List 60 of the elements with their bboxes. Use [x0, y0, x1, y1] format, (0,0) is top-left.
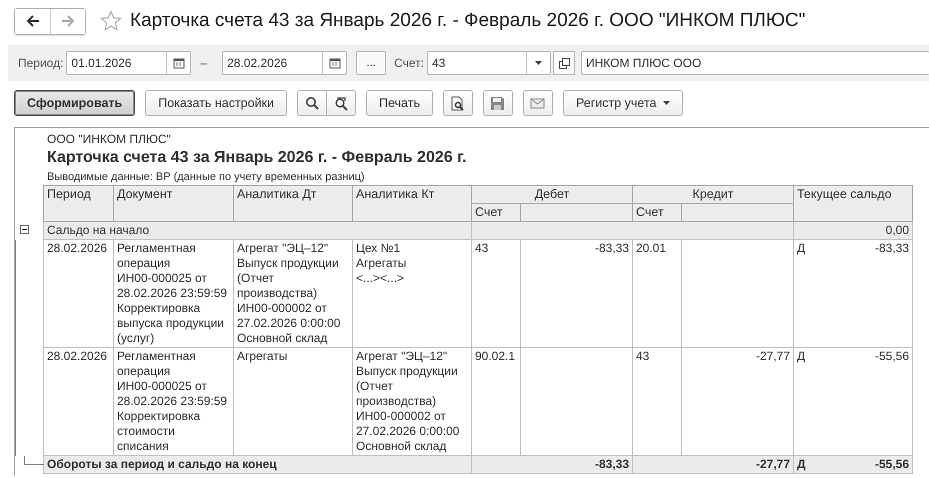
left-arrow-icon: [26, 15, 40, 27]
table-cell: Цех №1 Агрегаты <...><...>: [352, 240, 472, 348]
toolbar-button[interactable]: Печать: [366, 90, 433, 116]
balance-amount: 0,00: [794, 222, 912, 240]
table-cell: Агрегат "ЭЦ–12" Выпуск продукции (Отчет производства) ИН00-000002 от 27.02.2026 0:00:00 Основной склад: [234, 240, 352, 348]
column-header: Кредит: [632, 186, 794, 204]
table-cell: -83,33: [520, 240, 632, 348]
more-button[interactable]: ...: [356, 51, 386, 75]
report-title: Карточка счета 43 за Январь 2026 г. - Февраль 2026 г.: [47, 149, 468, 167]
balance-amount: -55,56: [874, 457, 909, 472]
open-window-icon[interactable]: [558, 58, 570, 68]
star-icon[interactable]: [100, 10, 122, 32]
column-header: Счет: [472, 204, 520, 222]
search-icon: [304, 96, 320, 110]
column-header: Аналитика Дт: [234, 186, 352, 222]
group-label: Сальдо на начало: [44, 222, 472, 240]
table-cell: 43: [472, 240, 520, 348]
balance-side: Д: [797, 349, 806, 364]
account-label: Счет:: [394, 56, 424, 70]
total-label: Обороты за период и сальдо на конец: [44, 456, 472, 474]
date-field[interactable]: 28.02.2026: [222, 51, 348, 75]
date-field[interactable]: 01.01.2026: [66, 51, 192, 75]
report-note: Выводимые данные: ВР (данные по учету временных разниц): [47, 171, 366, 183]
icon-button[interactable]: [297, 90, 328, 116]
table-cell: Регламентная операция ИН00-000025 от 28.02.2026 23:59:59 Корректировка выпуска продукции (услуг): [114, 240, 234, 348]
dash-separator: –: [200, 56, 208, 70]
calendar-icon[interactable]: [172, 57, 185, 69]
calendar-icon[interactable]: [328, 57, 341, 69]
table-cell: -83,33: [472, 456, 632, 474]
report-organization: ООО "ИНКОМ ПЛЮС": [47, 132, 172, 146]
search-refresh-icon: [334, 96, 349, 110]
balance-side: Д: [797, 241, 806, 256]
balance-amount: -83,33: [874, 241, 909, 256]
organization-field[interactable]: ИНКОМ ПЛЮС ООО: [581, 51, 929, 75]
document-magnifier-icon: [450, 96, 466, 110]
toolbar-button[interactable]: Показать настройки: [145, 90, 288, 116]
dropdown-caret-icon[interactable]: [535, 61, 542, 65]
back-button[interactable]: [15, 8, 50, 34]
column-header: Аналитика Кт: [352, 186, 472, 222]
envelope-icon: [530, 96, 546, 110]
table-cell: 28.02.2026: [44, 240, 114, 348]
column-header: Документ: [114, 186, 234, 222]
balance-side: Д: [797, 457, 806, 472]
column-header: Счет: [632, 204, 682, 222]
caret-icon: [662, 101, 670, 105]
column-header: Период: [44, 186, 114, 222]
window-title: Карточка счета 43 за Январь 2026 г. - Февраль 2026 г. ООО "ИНКОМ ПЛЮС": [130, 10, 806, 32]
icon-button[interactable]: [326, 90, 356, 116]
table-cell: -27,77: [632, 456, 794, 474]
period-label: Период:: [18, 56, 64, 70]
menu-button[interactable]: Регистр учета: [562, 90, 682, 116]
table-cell: 20.01: [632, 240, 682, 348]
right-arrow-icon: [61, 15, 75, 27]
balance-amount: -55,56: [874, 349, 909, 364]
icon-button[interactable]: [442, 90, 473, 116]
column-header: Дебет: [472, 186, 632, 204]
column-header: Текущее сальдо: [794, 186, 912, 222]
collapse-icon[interactable]: [20, 224, 28, 234]
account-field[interactable]: 43: [427, 51, 551, 75]
generate-button[interactable]: Сформировать: [14, 90, 136, 116]
